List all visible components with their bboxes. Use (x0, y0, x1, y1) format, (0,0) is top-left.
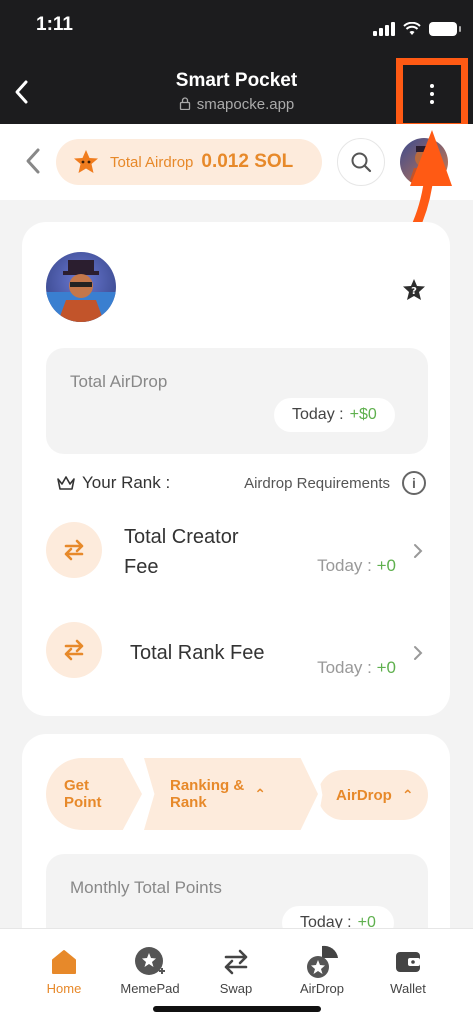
your-rank-label: Your Rank : (82, 473, 171, 492)
home-indicator (153, 1006, 321, 1012)
chevron-double-up-icon: ⌃ (401, 786, 414, 803)
back-button[interactable] (20, 146, 46, 176)
home-icon (52, 950, 76, 974)
chevron-right-icon (414, 544, 423, 558)
search-icon (351, 152, 372, 173)
creator-fee-today: Today : +0 (317, 556, 396, 575)
nav-airdrop[interactable]: AirDrop (282, 943, 362, 996)
tab-airdrop[interactable]: AirDrop ⌃ (318, 770, 428, 820)
wallet-icon (396, 952, 420, 972)
tab-ranking-rank[interactable]: Ranking & Rank ⌃ (144, 758, 318, 830)
more-vertical-icon (430, 84, 434, 104)
chevron-right-icon (414, 646, 423, 660)
total-airdrop-label: Total Airdrop (110, 153, 194, 171)
total-airdrop-title: Total AirDrop (70, 372, 168, 391)
battery-icon (429, 22, 461, 36)
rank-fee-today: Today : +0 (317, 658, 396, 677)
rank-row: Your Rank : Airdrop Requirements i (56, 470, 426, 496)
avatar-image (408, 146, 440, 186)
profile-avatar (46, 252, 116, 322)
exchange-icon (46, 622, 102, 678)
total-rank-fee-label: Total Rank Fee (130, 642, 265, 664)
browser-header: 1:11 Smart Pocket smapocke.app (0, 0, 473, 130)
nav-wallet[interactable]: Wallet (368, 943, 448, 996)
search-button[interactable] (337, 138, 385, 186)
wifi-icon (403, 22, 421, 35)
total-rank-fee-row[interactable]: Total Rank Fee Today : +0 (46, 622, 428, 692)
airdrop-requirements-link[interactable]: Airdrop Requirements (244, 475, 390, 492)
status-time: 1:11 (36, 14, 73, 35)
today-airdrop-pill: Today : +$0 (274, 398, 395, 432)
signal-icon (373, 22, 395, 36)
info-icon[interactable]: i (402, 471, 426, 495)
monthly-total-points-title: Monthly Total Points (70, 878, 222, 897)
total-creator-fee-label: Total Creator Fee (124, 526, 239, 578)
memepad-icon (135, 947, 165, 975)
crown-icon (57, 476, 75, 490)
nav-home[interactable]: Home (24, 943, 104, 996)
svg-text:?: ? (411, 286, 417, 297)
total-airdrop-pill[interactable]: Total Airdrop 0.012 SOL (56, 139, 322, 185)
today-label: Today : (292, 406, 344, 423)
status-icons (373, 22, 461, 36)
help-icon[interactable]: ? (402, 278, 426, 302)
exchange-icon (46, 522, 102, 578)
today-value: +$0 (349, 406, 377, 423)
nav-memepad[interactable]: MemePad (110, 943, 190, 996)
points-tabs: Get Point Ranking & Rank ⌃ AirDrop ⌃ (46, 758, 428, 830)
total-airdrop-box: Total AirDrop Today : +$0 (46, 348, 428, 454)
app-header: Total Airdrop 0.012 SOL (0, 124, 473, 200)
url-text: smapocke.app (196, 96, 295, 113)
nav-swap[interactable]: Swap (196, 943, 276, 996)
chevron-double-up-icon: ⌃ (254, 785, 266, 802)
lock-icon (179, 97, 190, 111)
airdrop-icon (307, 945, 338, 978)
swap-icon (224, 949, 248, 975)
more-options-button[interactable] (396, 58, 468, 130)
star-mascot-icon (74, 150, 98, 173)
tab-get-point[interactable]: Get Point (46, 758, 142, 830)
total-creator-fee-row[interactable]: Total Creator Fee Today : +0 (46, 522, 428, 592)
total-airdrop-value: 0.012 SOL (201, 151, 294, 172)
profile-image (46, 260, 116, 322)
airdrop-summary-card: ? Total AirDrop Today : +$0 Your Rank : … (22, 222, 450, 716)
user-avatar[interactable] (400, 138, 448, 186)
